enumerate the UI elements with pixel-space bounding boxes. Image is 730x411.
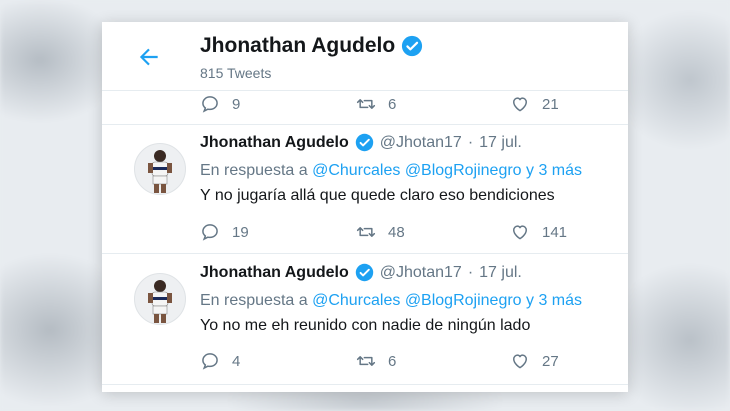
- retweet-button[interactable]: 6: [356, 351, 396, 371]
- tweet-author-name[interactable]: Jhonathan Agudelo: [200, 134, 349, 152]
- profile-name: Jhonathan Agudelo: [200, 34, 423, 58]
- reply-context: En respuesta a @Churcales @BlogRojinegro…: [200, 292, 582, 310]
- avatar[interactable]: [134, 273, 186, 325]
- heart-icon: [513, 97, 527, 112]
- player-avatar-icon: [135, 144, 185, 194]
- retweet-count: 48: [388, 223, 405, 241]
- tweet-author-handle[interactable]: @Jhotan17: [380, 264, 462, 282]
- more-mentions-link[interactable]: y 3 más: [526, 162, 582, 179]
- profile-name-text: Jhonathan Agudelo: [200, 34, 396, 57]
- retweet-count: 6: [388, 352, 397, 370]
- like-button[interactable]: 141: [510, 222, 567, 242]
- back-arrow-icon[interactable]: [136, 44, 162, 70]
- heart-icon: [513, 225, 527, 240]
- tweet-date[interactable]: 17 jul.: [479, 264, 522, 282]
- tweet-count: 815 Tweets: [200, 65, 272, 81]
- tweet-text: Yo no me eh reunido con nadie de ningún …: [200, 317, 531, 334]
- heart-icon: [513, 354, 527, 369]
- profile-header: Jhonathan Agudelo 815 Tweets: [102, 22, 628, 91]
- reply-icon: [202, 96, 218, 113]
- divider: [102, 253, 628, 254]
- reply-icon: [202, 224, 218, 241]
- like-button[interactable]: 27: [510, 351, 559, 371]
- separator-dot: ·: [467, 263, 474, 281]
- reply-context: En respuesta a @Churcales @BlogRojinegro…: [200, 162, 582, 180]
- retweet-button[interactable]: 48: [356, 222, 405, 242]
- mention-link[interactable]: @BlogRojinegro: [405, 292, 522, 309]
- tweet-author-name[interactable]: Jhonathan Agudelo: [200, 264, 349, 282]
- like-count: 21: [542, 95, 559, 113]
- separator-dot: ·: [467, 133, 474, 151]
- retweet-button[interactable]: 6: [356, 94, 396, 114]
- tweet-date[interactable]: 17 jul.: [479, 134, 522, 152]
- mention-link[interactable]: @BlogRojinegro: [405, 162, 522, 179]
- retweet-icon: [356, 227, 376, 237]
- previous-tweet-actions: 9 6 21: [102, 92, 628, 122]
- tweet[interactable]: Jhonathan Agudelo @Jhotan17 · 17 jul. En…: [102, 125, 628, 253]
- mention-link[interactable]: @Churcales: [312, 292, 400, 309]
- retweet-count: 6: [388, 95, 397, 113]
- verified-badge-icon: [355, 133, 373, 152]
- retweet-icon: [356, 99, 376, 109]
- avatar[interactable]: [134, 143, 186, 195]
- reply-button[interactable]: 9: [200, 94, 240, 114]
- player-avatar-icon: [135, 274, 185, 324]
- like-count: 27: [542, 352, 559, 370]
- tweet-author-handle[interactable]: @Jhotan17: [380, 134, 462, 152]
- tweet[interactable]: Jhonathan Agudelo @Jhotan17 · 17 jul. En…: [102, 255, 628, 383]
- verified-badge-icon: [402, 35, 423, 57]
- reply-prefix: En respuesta a: [200, 292, 308, 309]
- divider: [102, 384, 628, 385]
- tweet-header: Jhonathan Agudelo @Jhotan17 · 17 jul.: [200, 133, 522, 152]
- like-button[interactable]: 21: [510, 94, 559, 114]
- reply-count: 19: [232, 223, 249, 241]
- reply-button[interactable]: 19: [200, 222, 249, 242]
- reply-count: 4: [232, 352, 241, 370]
- tweet-header: Jhonathan Agudelo @Jhotan17 · 17 jul.: [200, 263, 522, 282]
- reply-button[interactable]: 4: [200, 351, 240, 371]
- reply-count: 9: [232, 95, 241, 113]
- more-mentions-link[interactable]: y 3 más: [526, 292, 582, 309]
- retweet-icon: [356, 356, 376, 366]
- reply-icon: [202, 353, 218, 370]
- reply-prefix: En respuesta a: [200, 162, 308, 179]
- verified-badge-icon: [355, 263, 373, 282]
- like-count: 141: [542, 223, 568, 241]
- tweet-text: Y no jugaría allá que quede claro eso be…: [200, 187, 555, 204]
- twitter-timeline-card: Jhonathan Agudelo 815 Tweets 9 6 21 Jhon…: [102, 22, 628, 392]
- mention-link[interactable]: @Churcales: [312, 162, 400, 179]
